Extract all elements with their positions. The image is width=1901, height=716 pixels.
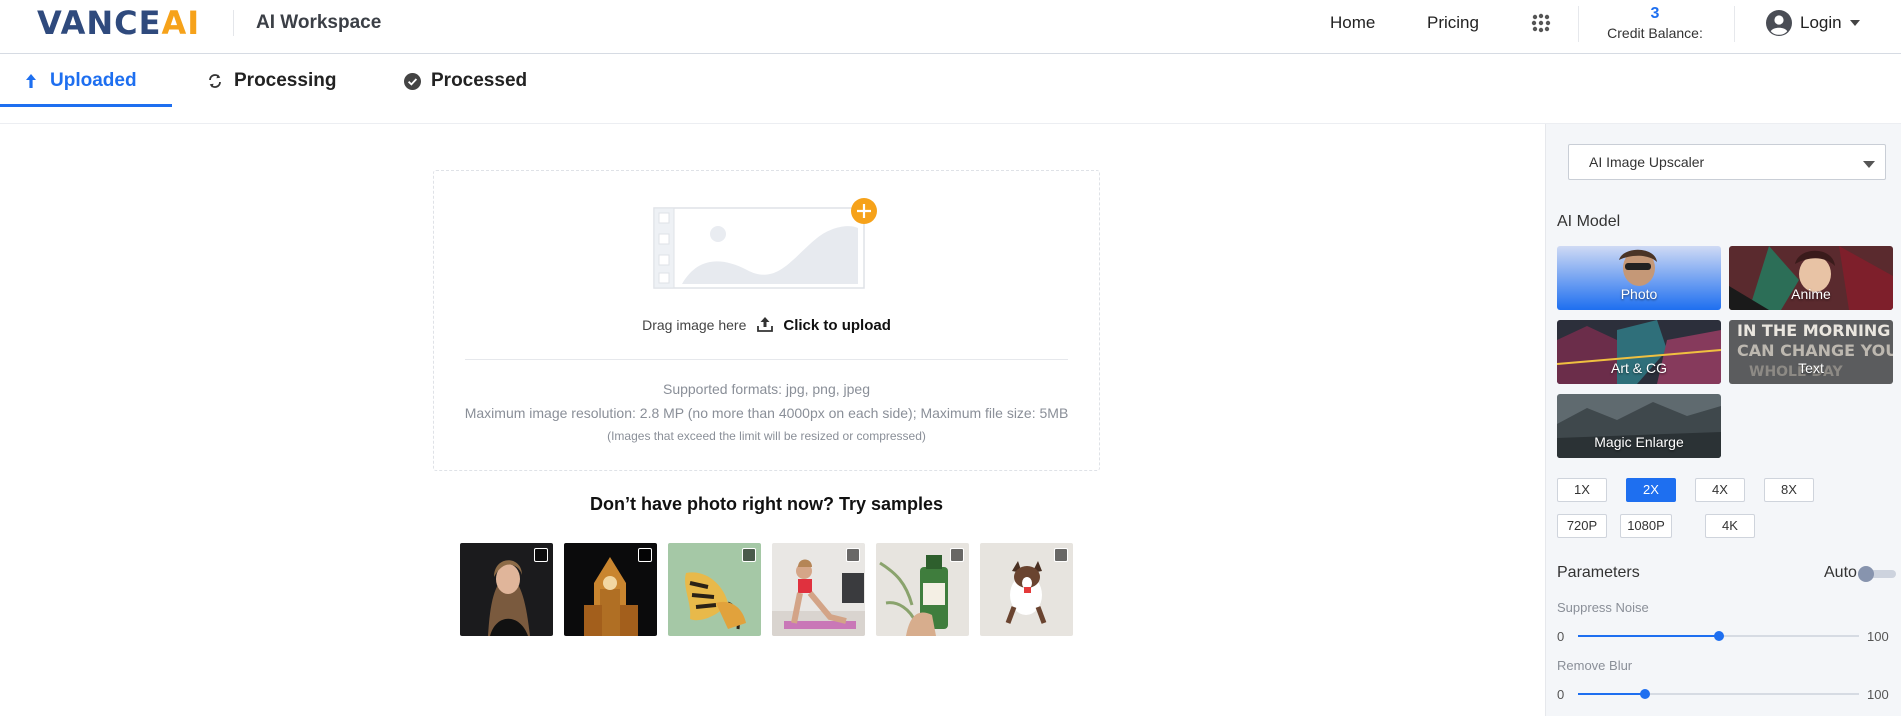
sample-checkbox[interactable]	[846, 548, 860, 562]
dropzone-divider	[465, 359, 1068, 360]
vanceai-logo[interactable]: VANCEAI	[37, 4, 200, 42]
scale-4x[interactable]: 4X	[1695, 478, 1745, 502]
samples-title: Don’t have photo right now? Try samples	[589, 494, 944, 514]
tab-processed[interactable]: Processed	[403, 55, 527, 107]
user-avatar-icon	[1766, 10, 1792, 36]
active-tab-indicator	[0, 104, 172, 107]
tab-processed-label: Processed	[431, 70, 528, 91]
workspace-title: AI Workspace	[256, 12, 382, 33]
header-separator	[1734, 6, 1735, 42]
sample-green-bottle[interactable]	[876, 543, 969, 636]
model-label: Photo	[1620, 286, 1658, 302]
sample-clock-tower[interactable]	[564, 543, 657, 636]
ai-model-label: AI Model	[1557, 213, 1621, 230]
slider-max-label: 100	[1867, 687, 1889, 702]
chevron-down-icon	[1863, 161, 1875, 168]
upload-tray-icon[interactable]	[756, 316, 774, 334]
upload-dropzone[interactable]: Drag image here Click to upload Supporte…	[433, 170, 1100, 471]
model-text[interactable]: IN THE MORNING CAN CHANGE YOUR WHOLE DAY…	[1729, 320, 1893, 384]
sample-checkbox[interactable]	[950, 548, 964, 562]
status-tabs: Uploaded Processing Processed	[0, 55, 1901, 124]
max-resolution: Maximum image resolution: 2.8 MP (no mor…	[464, 405, 1069, 421]
tab-processing-label: Processing	[234, 70, 337, 91]
scale-2x[interactable]: 2X	[1626, 478, 1676, 502]
tab-processing[interactable]: Processing	[206, 55, 336, 107]
refresh-icon	[206, 72, 224, 90]
apps-grid-icon[interactable]	[1530, 12, 1552, 34]
slider-min-label: 0	[1557, 687, 1565, 702]
supported-formats: Supported formats: jpg, png, jpeg	[662, 381, 871, 397]
suppress-noise-label: Suppress Noise	[1557, 600, 1649, 615]
model-label: Art & CG	[1610, 360, 1667, 376]
credit-label: Credit Balance:	[1607, 25, 1703, 41]
login-button[interactable]: Login	[1766, 10, 1860, 36]
credit-balance: 3 Credit Balance:	[1600, 5, 1710, 41]
sample-checkbox[interactable]	[638, 548, 652, 562]
parameters-label: Parameters	[1557, 564, 1640, 581]
svg-text:CAN CHANGE YOUR: CAN CHANGE YOUR	[1737, 341, 1893, 360]
model-photo[interactable]: Photo	[1557, 246, 1721, 310]
remove-blur-slider[interactable]	[1578, 687, 1859, 701]
drag-text: Drag image here	[642, 317, 747, 333]
header-separator	[1578, 6, 1579, 42]
tab-uploaded[interactable]: Uploaded	[22, 55, 137, 107]
click-to-upload-link[interactable]: Click to upload	[783, 317, 891, 334]
scale-4k[interactable]: 4K	[1705, 514, 1755, 538]
auto-toggle[interactable]	[1858, 565, 1896, 583]
exceed-note: (Images that exceed the limit will be re…	[607, 429, 926, 443]
check-circle-icon	[403, 72, 421, 90]
model-magic-enlarge[interactable]: Magic Enlarge	[1557, 394, 1721, 458]
svg-text:IN THE MORNING: IN THE MORNING	[1737, 321, 1890, 340]
model-label: Text	[1798, 360, 1824, 376]
sample-yoga-woman[interactable]	[772, 543, 865, 636]
chevron-down-icon	[1849, 20, 1860, 26]
tab-uploaded-label: Uploaded	[50, 70, 137, 91]
tool-select-dropdown[interactable]: AI Image Upscaler	[1568, 144, 1886, 180]
sample-checkbox[interactable]	[742, 548, 756, 562]
sample-running-dog[interactable]	[980, 543, 1073, 636]
header-divider	[233, 10, 234, 36]
scale-1080p[interactable]: 1080P	[1620, 514, 1672, 538]
slider-handle[interactable]	[1713, 631, 1724, 641]
nav-home-link[interactable]: Home	[1330, 13, 1375, 33]
sample-images	[460, 543, 1073, 636]
top-header: VANCEAI AI Workspace Home Pricing 3 Cred…	[0, 0, 1901, 54]
settings-panel: AI Image Upscaler AI Model Photo Anime A…	[1545, 124, 1901, 716]
sample-checkbox[interactable]	[1054, 548, 1068, 562]
slider-handle[interactable]	[1640, 689, 1651, 699]
slider-fill	[1578, 635, 1719, 637]
credit-value: 3	[1650, 5, 1660, 22]
auto-label: Auto	[1824, 564, 1857, 581]
model-anime[interactable]: Anime	[1729, 246, 1893, 310]
scale-1x[interactable]: 1X	[1557, 478, 1607, 502]
sample-woman-portrait[interactable]	[460, 543, 553, 636]
slider-max-label: 100	[1867, 629, 1889, 644]
scale-720p[interactable]: 720P	[1557, 514, 1607, 538]
sample-checkbox[interactable]	[534, 548, 548, 562]
slider-fill	[1578, 693, 1646, 695]
model-label: Anime	[1791, 286, 1831, 302]
scale-8x[interactable]: 8X	[1764, 478, 1814, 502]
suppress-noise-slider[interactable]	[1578, 629, 1859, 643]
image-placeholder-icon	[652, 198, 882, 298]
tool-select-value: AI Image Upscaler	[1589, 154, 1705, 170]
remove-blur-label: Remove Blur	[1557, 658, 1633, 673]
nav-pricing-link[interactable]: Pricing	[1427, 13, 1479, 33]
upload-prompt: Drag image here Click to upload	[434, 316, 1099, 334]
model-art-cg[interactable]: Art & CG	[1557, 320, 1721, 384]
upload-arrow-icon	[22, 72, 40, 90]
model-label: Magic Enlarge	[1594, 434, 1684, 450]
login-label: Login	[1800, 13, 1842, 32]
sample-butterfly[interactable]	[668, 543, 761, 636]
slider-min-label: 0	[1557, 629, 1565, 644]
toggle-knob	[1858, 566, 1874, 582]
